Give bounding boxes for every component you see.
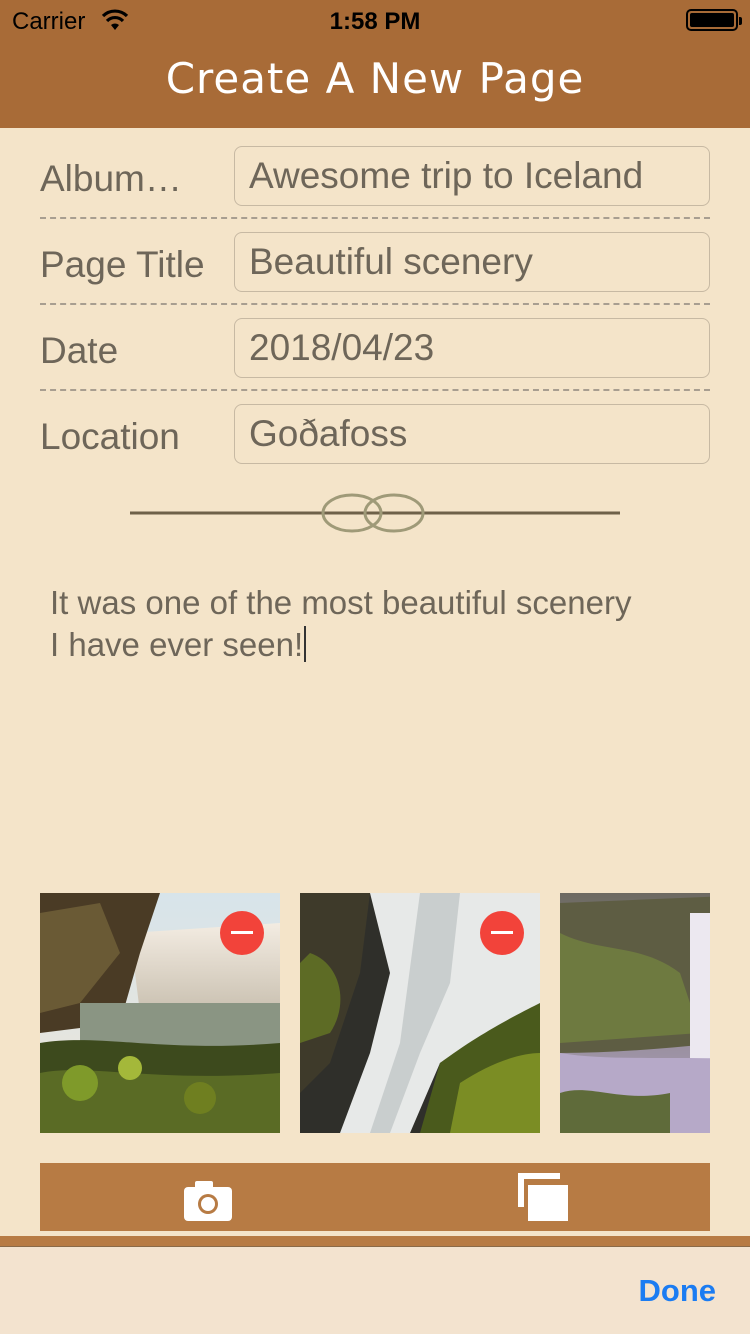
album-row: Album… Awesome trip to Iceland: [40, 146, 710, 219]
row-divider: [40, 389, 710, 391]
done-button[interactable]: Done: [639, 1273, 717, 1309]
photo-library-icon[interactable]: [498, 1163, 588, 1231]
divider-ornament: [130, 493, 620, 533]
date-row: Date 2018/04/23: [40, 318, 710, 391]
waterfall-photo-3[interactable]: [560, 893, 710, 1133]
location-field[interactable]: Goðafoss: [234, 404, 710, 464]
status-bar: Carrier 1:58 PM: [0, 0, 750, 40]
page-title-field[interactable]: Beautiful scenery: [234, 232, 710, 292]
media-toolbar: [40, 1163, 710, 1231]
page-title-label: Page Title: [40, 244, 205, 285]
clock: 1:58 PM: [329, 8, 421, 35]
row-divider: [40, 303, 710, 305]
location-label: Location: [40, 416, 180, 457]
remove-photo-button[interactable]: [220, 911, 264, 955]
album-label: Album…: [40, 158, 182, 199]
camera-icon[interactable]: [163, 1163, 253, 1231]
row-divider: [40, 217, 710, 219]
toolbar-bottom-border: [0, 1236, 750, 1246]
date-label: Date: [40, 330, 119, 371]
body-line-1: It was one of the most beautiful scenery: [50, 584, 632, 621]
photo-strip[interactable]: [40, 893, 710, 1133]
album-field[interactable]: Awesome trip to Iceland: [234, 146, 710, 206]
location-row: Location Goðafoss: [40, 404, 710, 476]
remove-photo-button[interactable]: [480, 911, 524, 955]
date-field[interactable]: 2018/04/23: [234, 318, 710, 378]
waterfall-photo-2[interactable]: [300, 893, 540, 1133]
page-title: Create A New Page: [165, 54, 585, 103]
body-line-2: I have ever seen!: [50, 624, 710, 666]
keyboard-accessory-bar: Done: [0, 1246, 750, 1334]
waterfall-photo-1[interactable]: [40, 893, 280, 1133]
page-body-textarea[interactable]: It was one of the most beautiful scenery…: [50, 582, 710, 666]
page-title-row: Page Title Beautiful scenery: [40, 232, 710, 305]
battery-icon: [686, 9, 742, 31]
navigation-bar: Carrier 1:58 PM Create A New Page: [0, 0, 750, 128]
text-cursor: [304, 626, 307, 662]
